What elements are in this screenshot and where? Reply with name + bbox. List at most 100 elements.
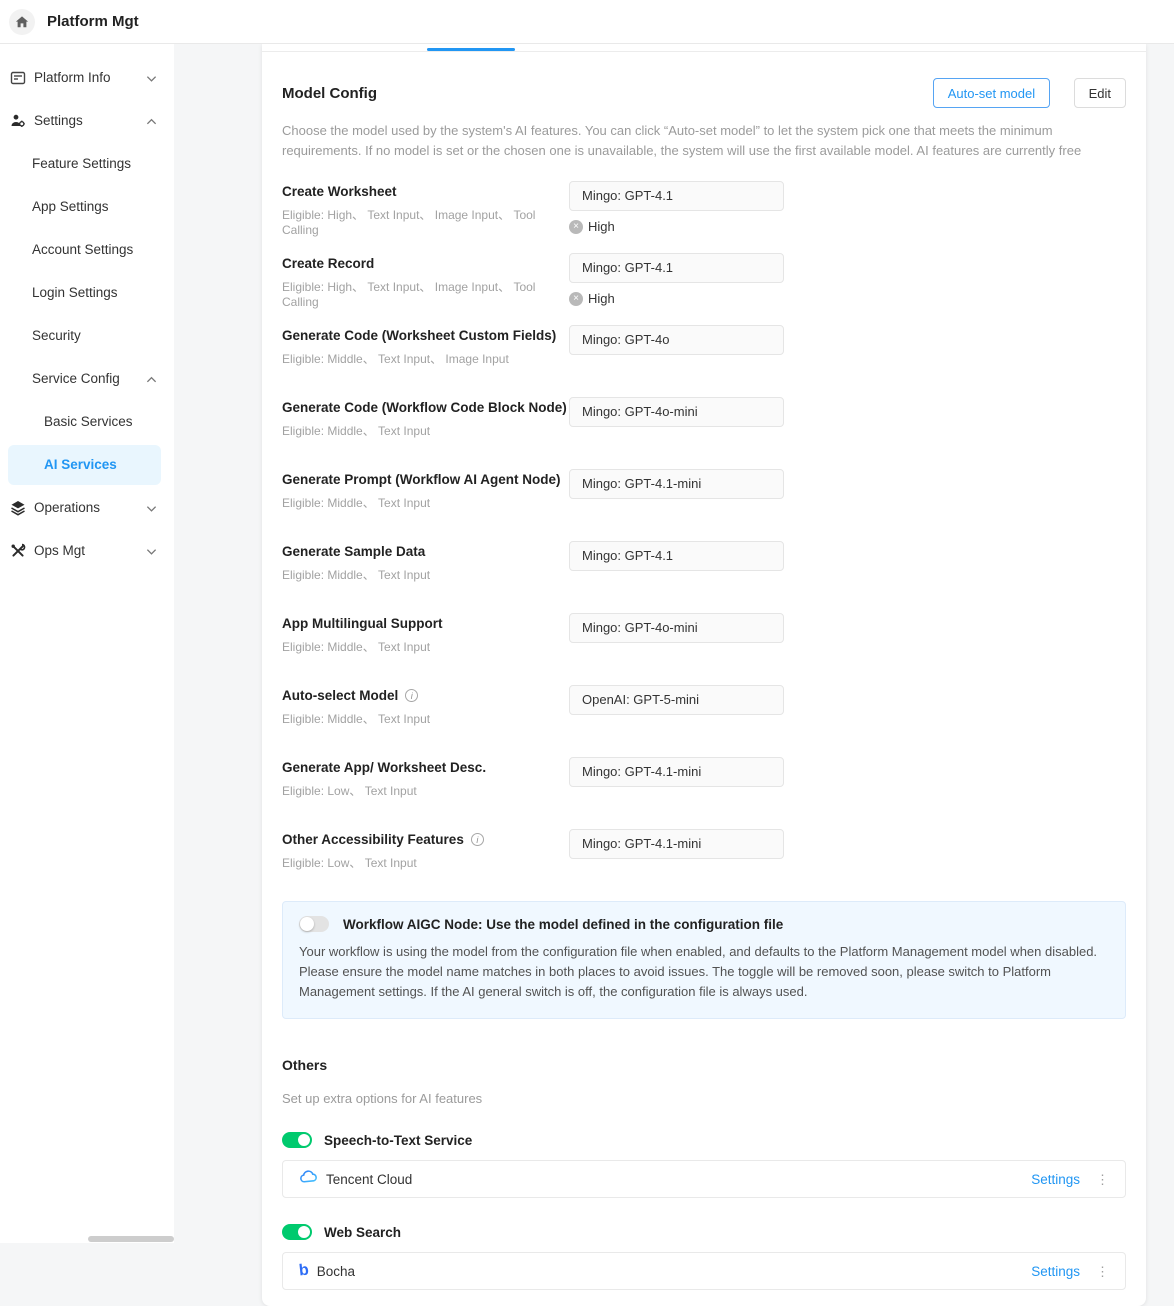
sidebar-item-ai-services[interactable]: AI Services	[0, 443, 174, 486]
service-provider-card: Tencent Cloud Settings ⋮	[282, 1160, 1126, 1198]
model-row-label: Generate Code (Worksheet Custom Fields)	[282, 328, 556, 343]
sidebar-item-security[interactable]: Security	[0, 314, 174, 357]
model-select[interactable]: Mingo: GPT-4.1-mini	[569, 757, 784, 787]
model-row-control: Mingo: GPT-4o-mini	[569, 397, 784, 439]
sidebar-item-label: Basic Services	[44, 414, 133, 429]
model-row-info: Generate Sample Data Eligible: Middle、 T…	[282, 541, 569, 583]
service-settings-link[interactable]: Settings	[1031, 1172, 1080, 1187]
info-icon[interactable]: i	[471, 833, 484, 846]
sidebar-item-feature-settings[interactable]: Feature Settings	[0, 142, 174, 185]
model-select[interactable]: Mingo: GPT-4.1-mini	[569, 829, 784, 859]
service-toggle-row: Web Search	[282, 1224, 1126, 1240]
model-tag-label: High	[588, 219, 615, 234]
model-row-label: Generate Prompt (Workflow AI Agent Node)	[282, 472, 561, 487]
chevron-down-icon	[146, 501, 157, 516]
model-config-row: Other Accessibility Features i Eligible:…	[282, 829, 1126, 871]
info-icon[interactable]: i	[405, 689, 418, 702]
chevron-down-icon	[146, 544, 157, 559]
model-config-row: Generate App/ Worksheet Desc. Eligible: …	[282, 757, 1126, 799]
model-row-label: Generate App/ Worksheet Desc.	[282, 760, 486, 775]
model-row-eligible: Eligible: Middle、 Text Input	[282, 422, 569, 439]
model-row-label: Generate Sample Data	[282, 544, 425, 559]
aigc-panel-title: Workflow AIGC Node: Use the model define…	[343, 917, 783, 932]
model-select[interactable]: Mingo: GPT-4.1	[569, 253, 784, 283]
model-row-control: Mingo: GPT-4o	[569, 325, 784, 367]
model-row-eligible: Eligible: Middle、 Text Input、 Image Inpu…	[282, 350, 569, 367]
model-config-rows: Create Worksheet Eligible: High、 Text In…	[282, 181, 1126, 871]
model-row-control: Mingo: GPT-4.1-mini	[569, 469, 784, 511]
sidebar-item-label: Service Config	[32, 371, 120, 386]
model-select[interactable]: Mingo: GPT-4o	[569, 325, 784, 355]
sidebar: Platform Info Settings Feature Settings …	[0, 44, 174, 1243]
model-row-label: Create Record	[282, 256, 374, 271]
service-settings-link[interactable]: Settings	[1031, 1264, 1080, 1279]
kebab-menu-icon[interactable]: ⋮	[1096, 1265, 1109, 1278]
model-select[interactable]: Mingo: GPT-4.1-mini	[569, 469, 784, 499]
model-config-description: Choose the model used by the system's AI…	[282, 121, 1126, 161]
horizontal-scrollbar-thumb[interactable]	[88, 1236, 174, 1242]
model-row-label: App Multilingual Support	[282, 616, 442, 631]
model-config-header: Model Config Auto-set model Edit	[282, 78, 1126, 108]
model-row-eligible: Eligible: Middle、 Text Input	[282, 494, 569, 511]
sidebar-item-label: Settings	[34, 113, 83, 128]
service-toggle-row: Speech-to-Text Service	[282, 1132, 1126, 1148]
aigc-toggle[interactable]	[299, 916, 329, 932]
model-config-row: Generate Sample Data Eligible: Middle、 T…	[282, 541, 1126, 583]
chevron-down-icon	[146, 71, 157, 86]
active-tab-indicator[interactable]	[427, 48, 515, 51]
sidebar-item-label: Account Settings	[32, 242, 133, 257]
model-row-label: Other Accessibility Features	[282, 832, 464, 847]
sidebar-item-login-settings[interactable]: Login Settings	[0, 271, 174, 314]
service-toggle[interactable]	[282, 1132, 312, 1148]
toggle-knob	[298, 1226, 310, 1238]
model-row-control: Mingo: GPT-4.1-mini	[569, 757, 784, 799]
service-toggle[interactable]	[282, 1224, 312, 1240]
model-row-eligible: Eligible: Middle、 Text Input	[282, 638, 569, 655]
auto-set-model-button[interactable]: Auto-set model	[933, 78, 1050, 108]
sidebar-item-basic-services[interactable]: Basic Services	[0, 400, 174, 443]
model-tag: × High	[569, 219, 784, 234]
model-select[interactable]: Mingo: GPT-4.1	[569, 181, 784, 211]
model-row-info: App Multilingual Support Eligible: Middl…	[282, 613, 569, 655]
sidebar-item-ops-mgt[interactable]: Ops Mgt	[0, 529, 174, 572]
sidebar-item-account-settings[interactable]: Account Settings	[0, 228, 174, 271]
home-icon[interactable]	[9, 9, 35, 35]
service-provider: Tencent Cloud	[299, 1170, 412, 1189]
sidebar-item-operations[interactable]: Operations	[0, 486, 174, 529]
tencent-cloud-icon	[299, 1170, 318, 1189]
model-config-row: Auto-select Model i Eligible: Middle、 Te…	[282, 685, 1126, 727]
service-block: Web Search b Bocha Settings ⋮	[282, 1224, 1126, 1290]
sidebar-item-service-config[interactable]: Service Config	[0, 357, 174, 400]
service-actions: Settings ⋮	[1031, 1264, 1109, 1279]
model-row-eligible: Eligible: Middle、 Text Input	[282, 566, 569, 583]
model-select[interactable]: Mingo: GPT-4o-mini	[569, 613, 784, 643]
model-row-eligible: Eligible: High、 Text Input、 Image Input、…	[282, 278, 569, 309]
model-row-label: Auto-select Model	[282, 688, 398, 703]
sidebar-item-label: Ops Mgt	[34, 543, 85, 558]
main-panel: Model Config Auto-set model Edit Choose …	[262, 44, 1146, 1306]
model-row-label: Create Worksheet	[282, 184, 397, 199]
edit-button[interactable]: Edit	[1074, 78, 1126, 108]
kebab-menu-icon[interactable]: ⋮	[1096, 1173, 1109, 1186]
model-select[interactable]: Mingo: GPT-4o-mini	[569, 397, 784, 427]
service-provider-card: b Bocha Settings ⋮	[282, 1252, 1126, 1290]
model-row-info: Generate App/ Worksheet Desc. Eligible: …	[282, 757, 569, 799]
model-row-info: Generate Prompt (Workflow AI Agent Node)…	[282, 469, 569, 511]
remove-tag-icon[interactable]: ×	[569, 292, 583, 306]
model-config-row: Generate Code (Worksheet Custom Fields) …	[282, 325, 1126, 367]
sidebar-item-app-settings[interactable]: App Settings	[0, 185, 174, 228]
model-row-control: Mingo: GPT-4.1-mini	[569, 829, 784, 871]
model-row-control: OpenAI: GPT-5-mini	[569, 685, 784, 727]
model-tag: × High	[569, 291, 784, 306]
service-provider: b Bocha	[299, 1262, 355, 1280]
model-select[interactable]: OpenAI: GPT-5-mini	[569, 685, 784, 715]
model-select[interactable]: Mingo: GPT-4.1	[569, 541, 784, 571]
sidebar-item-label: Security	[32, 328, 81, 343]
model-config-row: Create Worksheet Eligible: High、 Text In…	[282, 181, 1126, 237]
aigc-panel-header: Workflow AIGC Node: Use the model define…	[299, 916, 1109, 932]
sidebar-item-settings[interactable]: Settings	[0, 99, 174, 142]
model-config-row: Generate Prompt (Workflow AI Agent Node)…	[282, 469, 1126, 511]
remove-tag-icon[interactable]: ×	[569, 220, 583, 234]
sidebar-item-platform-info[interactable]: Platform Info	[0, 56, 174, 99]
aigc-panel: Workflow AIGC Node: Use the model define…	[282, 901, 1126, 1019]
